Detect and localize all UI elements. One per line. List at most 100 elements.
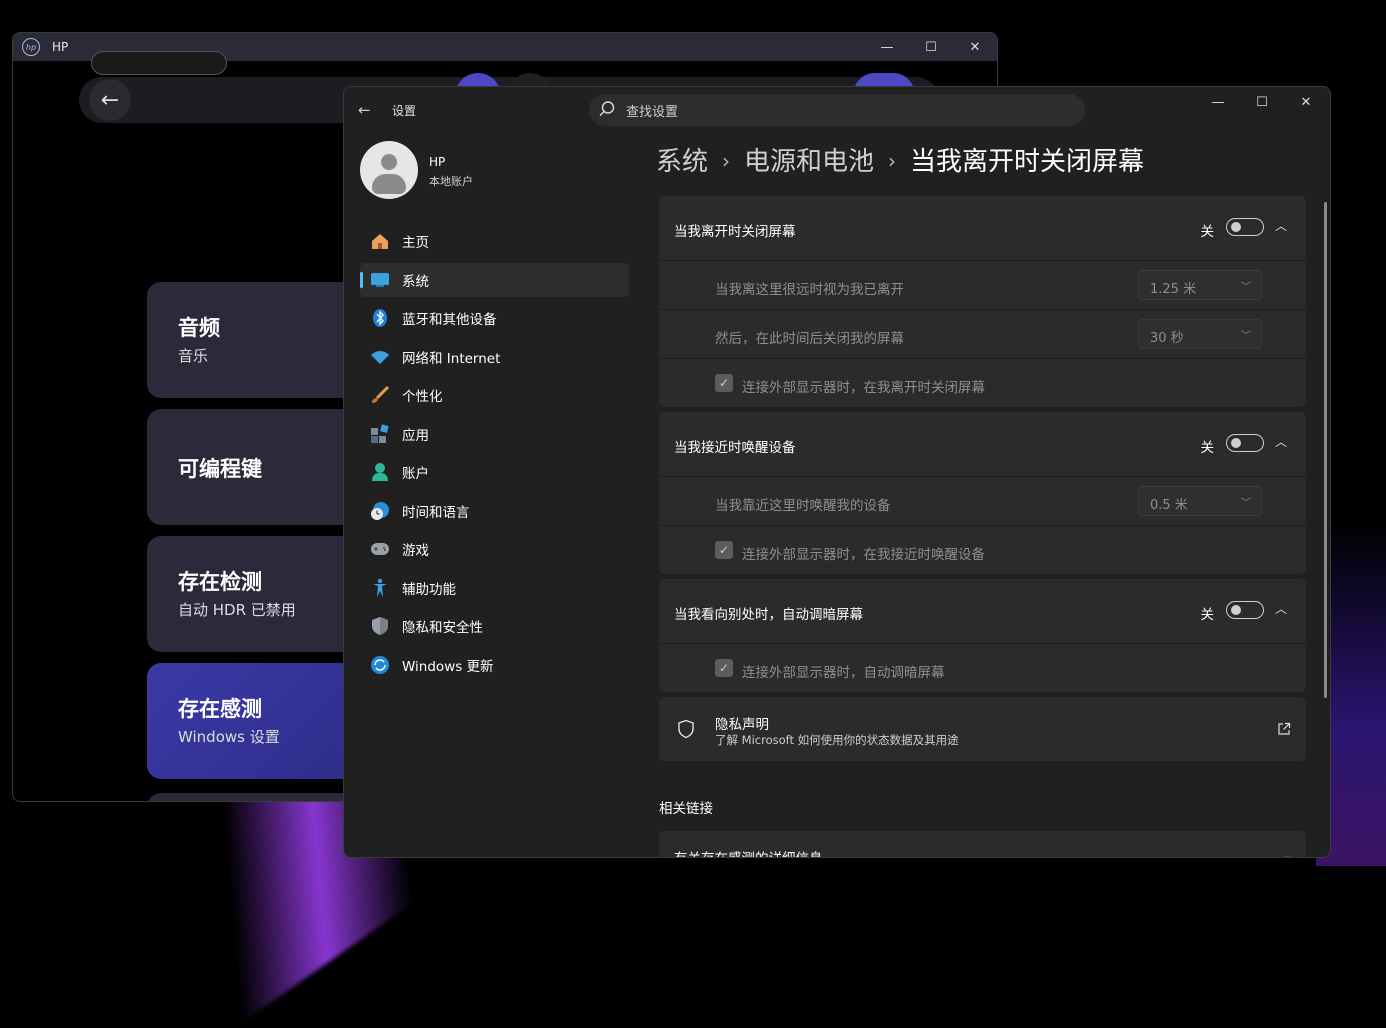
accounts-icon [370,462,390,482]
sidebar-item-accessibility[interactable]: 辅助功能 [360,571,629,605]
back-arrow-icon[interactable]: ← [358,101,378,121]
checkbox-label: 连接外部显示器时，在我接近时唤醒设备 [742,547,985,563]
checkbox-label: 连接外部显示器时，自动调暗屏幕 [742,665,945,681]
related-links-heading: 相关链接 [659,801,713,817]
maximize-button[interactable]: ☐ [1240,87,1284,117]
sidebar-item-privacy-security[interactable]: 隐私和安全性 [360,609,629,643]
leave-external-checkbox[interactable]: ✓ [715,374,733,392]
sidebar-item-label: 隐私和安全性 [402,620,483,636]
account-type: 本地账户 [429,175,473,188]
search-icon [599,101,615,116]
checkbox-label: 连接外部显示器时，在我离开时关闭屏幕 [742,380,985,396]
sidebar-item-apps[interactable]: 应用 [360,417,629,451]
sidebar-item-label: 应用 [402,427,429,444]
breadcrumb: 系统 › 电源和电池 › 当我离开时关闭屏幕 [656,141,1144,178]
bluetooth-icon [370,308,390,328]
dropdown-value: 30 秒 [1150,331,1184,346]
sidebar-item-label: 网络和 Internet [402,350,501,367]
leave-section-card: 当我离开时关闭屏幕 关 ︿ 当我离这里很远时视为我已离开 1.25 米 ﹀ 然后… [659,196,1306,407]
section-title: 当我看向别处时，自动调暗屏幕 [674,607,863,623]
related-link-label: 有关存在感测的详细信息 [674,847,823,857]
dim-toggle-switch[interactable] [1226,601,1264,619]
hp-logo-icon: hp [22,38,40,56]
time-language-icon [370,501,390,521]
leave-timeout-row: 然后，在此时间后关闭我的屏幕 30 秒 ﹀ [659,309,1306,358]
dim-section-card: 当我看向别处时，自动调暗屏幕 关 ︿ ✓ 连接外部显示器时，自动调暗屏幕 [659,579,1306,692]
hp-status-pill [91,51,227,75]
wake-toggle-switch[interactable] [1226,434,1264,452]
hp-card-subtitle: 音乐 [178,347,209,365]
hp-card-title: 存在感测 [178,697,262,721]
hp-card-title: 可编程键 [178,457,262,481]
setting-label: 当我靠近这里时唤醒我的设备 [715,498,891,514]
wake-distance-row: 当我靠近这里时唤醒我的设备 0.5 米 ﹀ [659,476,1306,525]
wake-distance-dropdown[interactable]: 0.5 米 ﹀ [1138,486,1262,516]
hp-card-title: 音频 [178,316,220,340]
leave-external-row: ✓ 连接外部显示器时，在我离开时关闭屏幕 [659,358,1306,407]
sidebar-item-system[interactable]: 系统 [360,262,629,297]
scrollbar[interactable] [1324,202,1327,698]
chevron-down-icon: ﹀ [1241,331,1251,342]
leave-timeout-dropdown[interactable]: 30 秒 ﹀ [1138,319,1262,349]
chevron-right-icon: › [722,149,731,173]
close-button[interactable]: ✕ [1284,87,1328,117]
breadcrumb-item[interactable]: 系统 [656,147,708,177]
chevron-down-icon: ﹀ [1241,498,1251,509]
external-link-icon [1285,856,1291,857]
back-arrow-icon[interactable]: ← [89,79,131,121]
toggle-state-label: 关 [1200,440,1215,456]
leave-section-header[interactable]: 当我离开时关闭屏幕 关 ︿ [659,196,1306,260]
accessibility-icon [370,578,390,598]
chevron-up-icon[interactable]: ︿ [1275,217,1291,233]
avatar[interactable] [360,141,418,199]
related-link-presence-sensing[interactable]: 有关存在感测的详细信息 [659,831,1306,857]
maximize-button[interactable]: ☐ [909,33,953,61]
leave-toggle-switch[interactable] [1226,218,1264,236]
toggle-state-label: 关 [1200,607,1215,623]
chevron-down-icon: ﹀ [1241,282,1251,293]
sidebar-item-windows-update[interactable]: Windows 更新 [360,648,629,682]
chevron-up-icon[interactable]: ︿ [1275,600,1291,616]
chevron-up-icon[interactable]: ︿ [1275,433,1291,449]
sidebar-item-label: 辅助功能 [402,581,456,598]
sidebar-item-label: 游戏 [402,543,429,559]
window-title: 设置 [392,104,417,118]
sidebar-nav: 主页 系统 蓝牙和其他设备 网络和 Internet 个性化 应用 账户 时间和… [360,224,629,686]
wake-external-checkbox[interactable]: ✓ [715,541,733,559]
minimize-button[interactable]: — [865,33,909,61]
sidebar-item-label: 主页 [402,235,429,251]
sidebar-item-network[interactable]: 网络和 Internet [360,340,629,374]
privacy-subtitle: 了解 Microsoft 如何使用你的状态数据及其用途 [715,733,959,747]
external-link-icon [1278,722,1291,735]
hp-window-title: HP [52,40,69,54]
minimize-button[interactable]: — [1196,87,1240,117]
sidebar-item-bluetooth[interactable]: 蓝牙和其他设备 [360,301,629,335]
wake-external-row: ✓ 连接外部显示器时，在我接近时唤醒设备 [659,525,1306,574]
wake-section-card: 当我接近时唤醒设备 关 ︿ 当我靠近这里时唤醒我的设备 0.5 米 ﹀ ✓ 连接… [659,412,1306,574]
sidebar-item-gaming[interactable]: 游戏 [360,532,629,566]
leave-distance-row: 当我离这里很远时视为我已离开 1.25 米 ﹀ [659,260,1306,309]
leave-distance-dropdown[interactable]: 1.25 米 ﹀ [1138,270,1262,300]
close-button[interactable]: ✕ [953,33,997,61]
breadcrumb-item[interactable]: 电源和电池 [744,147,874,177]
privacy-shield-icon [370,616,390,636]
wake-section-header[interactable]: 当我接近时唤醒设备 关 ︿ [659,412,1306,476]
dim-section-header[interactable]: 当我看向别处时，自动调暗屏幕 关 ︿ [659,579,1306,643]
section-title: 当我接近时唤醒设备 [674,440,796,456]
chevron-right-icon: › [888,149,897,173]
dim-external-row: ✓ 连接外部显示器时，自动调暗屏幕 [659,643,1306,692]
sidebar-item-home[interactable]: 主页 [360,224,629,258]
sidebar-item-personalization[interactable]: 个性化 [360,378,629,412]
system-icon [370,270,390,290]
sidebar-item-time-language[interactable]: 时间和语言 [360,494,629,528]
privacy-statement-card[interactable]: 隐私声明 了解 Microsoft 如何使用你的状态数据及其用途 [659,697,1306,761]
sidebar-item-label: Windows 更新 [402,658,494,675]
apps-icon [370,423,390,444]
dropdown-value: 1.25 米 [1150,282,1197,297]
home-icon [370,231,390,251]
sidebar-item-label: 个性化 [402,389,443,405]
settings-content: 当我离开时关闭屏幕 关 ︿ 当我离这里很远时视为我已离开 1.25 米 ﹀ 然后… [659,196,1306,857]
sidebar-item-accounts[interactable]: 账户 [360,455,629,489]
dim-external-checkbox[interactable]: ✓ [715,659,733,677]
page-title: 当我离开时关闭屏幕 [910,147,1145,177]
